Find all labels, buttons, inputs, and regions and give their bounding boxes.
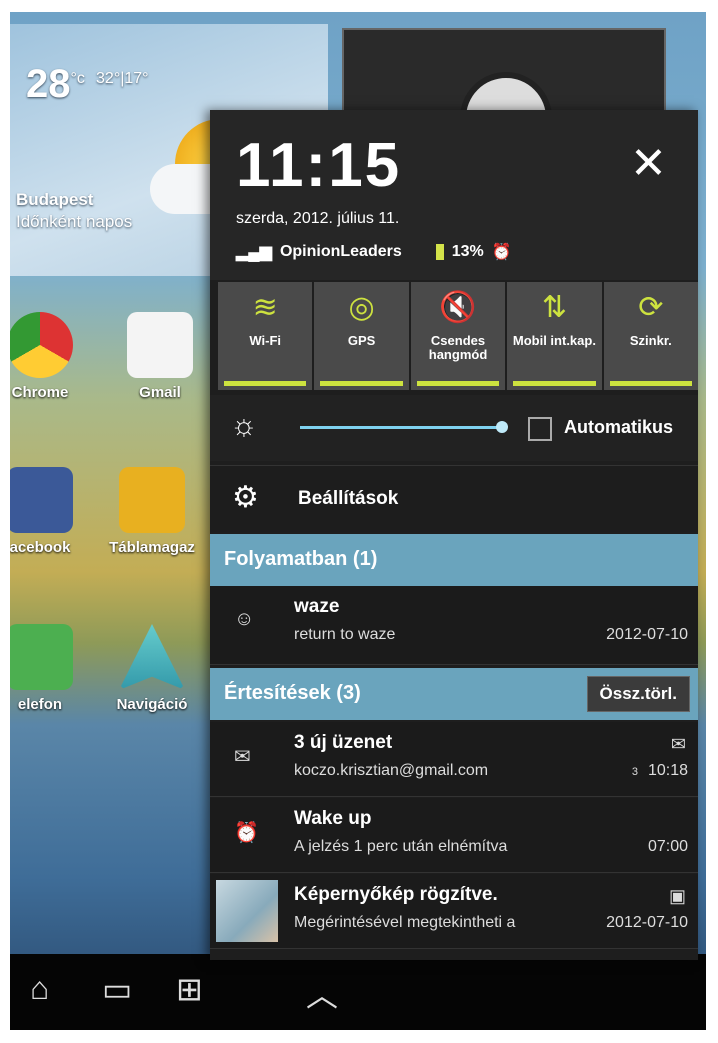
app-facebook[interactable]: acebook: [10, 467, 90, 556]
app-navigation[interactable]: Navigáció: [102, 624, 202, 713]
app-phone[interactable]: elefon: [10, 624, 90, 713]
clear-all-button[interactable]: Össz.törl.: [586, 676, 690, 712]
toggle-gps[interactable]: ◎ GPS: [314, 282, 409, 390]
notification-date: 3 10:18: [632, 762, 688, 780]
image-icon: ▣: [668, 886, 686, 906]
gear-icon: ⚙: [232, 481, 259, 514]
screenshot-thumbnail: [216, 880, 278, 942]
notification-title: 3 új üzenet: [294, 732, 393, 753]
weather-location: Budapest Időnként napos: [16, 190, 133, 231]
brightness-slider-handle[interactable]: [496, 421, 508, 433]
notification-body: koczo.krisztian@gmail.com: [294, 762, 489, 779]
mobile-data-icon: ⇅: [541, 291, 567, 324]
settings-label: Beállítások: [298, 488, 399, 509]
device-screen: 28°c 32°|17° Budapest Időnként napos Chro…: [10, 12, 706, 1030]
notification-date: 2012-07-10: [606, 914, 688, 931]
quick-settings: ≋ Wi-Fi ◎ GPS 🔇 Csendes hangmód ⇅ Mobil …: [218, 282, 699, 390]
alarm-icon: ⏰: [234, 822, 259, 844]
notification-email[interactable]: ✉ 3 új üzenet koczo.krisztian@gmail.com …: [210, 722, 698, 797]
facebook-icon: [10, 467, 73, 533]
toggle-label: Mobil int.kap.: [512, 333, 596, 348]
waze-icon: ☺: [234, 608, 255, 630]
signal-icon: ▂▄▆: [236, 244, 272, 261]
status-row: ▂▄▆ OpinionLeaders 13% ⏰: [236, 242, 512, 262]
notification-screenshot[interactable]: Képernyőkép rögzítve. Megérintésével meg…: [210, 874, 698, 949]
notification-body: return to waze: [294, 626, 396, 643]
chrome-icon: [10, 312, 73, 378]
toggle-label: Szinkr.: [629, 333, 672, 348]
toggle-indicator: [513, 381, 596, 386]
battery-icon: [435, 244, 444, 260]
magazine-icon: [119, 467, 185, 533]
navigation-icon: [119, 624, 185, 690]
notification-date: 2012-07-10: [606, 626, 688, 643]
section-title: Értesítések (3): [224, 682, 361, 704]
settings-row[interactable]: ⚙ Beállítások: [210, 465, 698, 532]
panel-header: 11:15 ✕ szerda, 2012. július 11. ▂▄▆ Opi…: [210, 110, 698, 280]
toggle-sync[interactable]: ⟳ Szinkr.: [603, 282, 699, 390]
home-button[interactable]: ⌂: [30, 970, 49, 1007]
app-label: Chrome: [11, 384, 69, 401]
toggle-indicator: [320, 381, 403, 386]
notification-body: A jelzés 1 perc után elnémítva: [294, 838, 508, 855]
notification-title: Wake up: [294, 808, 372, 829]
toggle-silent[interactable]: 🔇 Csendes hangmód: [410, 282, 506, 390]
auto-brightness-checkbox[interactable]: [528, 417, 552, 441]
mute-icon: 🔇: [439, 291, 477, 324]
brightness-slider[interactable]: [300, 426, 500, 429]
toggle-wifi[interactable]: ≋ Wi-Fi: [218, 282, 313, 390]
wifi-icon: ≋: [252, 291, 278, 324]
app-label: Navigáció: [116, 696, 188, 713]
app-label: Gmail: [139, 384, 181, 401]
notification-title: waze: [294, 596, 340, 617]
notification-date: 07:00: [647, 838, 688, 855]
app-gmail[interactable]: Gmail: [110, 312, 210, 401]
app-label: acebook: [10, 539, 71, 556]
screenshot-button[interactable]: ⊞: [176, 970, 203, 1008]
close-icon[interactable]: ✕: [630, 138, 667, 189]
recent-apps-button[interactable]: ▭: [102, 970, 132, 1008]
notification-alarm[interactable]: ⏰ Wake up A jelzés 1 perc után elnémítva…: [210, 798, 698, 873]
carrier-name: OpinionLeaders: [279, 243, 402, 260]
app-label: elefon: [17, 696, 63, 713]
message-count: 3: [631, 766, 638, 778]
notification-panel-handle[interactable]: ︿: [306, 970, 338, 1016]
app-label: Táblamagaz: [109, 539, 195, 556]
notification-panel: 11:15 ✕ szerda, 2012. július 11. ▂▄▆ Opi…: [210, 110, 699, 960]
toggle-indicator: [609, 381, 693, 386]
email-icon: ✉: [234, 746, 251, 768]
notifications-header: Értesítések (3) Össz.törl.: [210, 668, 698, 720]
alarm-icon: ⏰: [491, 244, 512, 261]
clock: 11:15: [236, 131, 402, 200]
notification-waze[interactable]: ☺ waze return to waze 2012-07-10: [210, 586, 698, 665]
gmail-icon: [127, 312, 193, 378]
notification-title: Képernyőkép rögzítve.: [294, 884, 498, 905]
toggle-label: Csendes hangmód: [428, 333, 488, 362]
toggle-mobile-data[interactable]: ⇅ Mobil int.kap.: [507, 282, 602, 390]
ongoing-header: Folyamatban (1): [210, 534, 698, 586]
toggle-label: Wi-Fi: [249, 333, 282, 348]
date: szerda, 2012. július 11.: [236, 210, 400, 227]
brightness-row: ☼ Automatikus: [210, 395, 698, 461]
gps-icon: ◎: [348, 291, 375, 324]
notification-time: 10:18: [647, 762, 688, 779]
toggle-label: GPS: [347, 333, 376, 348]
app-magazine[interactable]: Táblamagaz: [102, 467, 202, 556]
phone-icon: [10, 624, 73, 690]
brightness-icon: ☼: [230, 409, 258, 442]
auto-brightness-label: Automatikus: [564, 417, 674, 437]
toggle-indicator: [224, 381, 307, 386]
section-title: Folyamatban (1): [224, 548, 378, 570]
notification-body: Megérintésével megtekintheti a: [294, 914, 516, 931]
sync-icon: ⟳: [638, 291, 664, 324]
app-chrome[interactable]: Chrome: [10, 312, 90, 401]
battery-level: 13%: [451, 243, 484, 260]
toggle-indicator: [416, 381, 500, 386]
gmail-icon: ✉: [670, 734, 686, 754]
temperature: 28°c 32°|17°: [26, 62, 149, 106]
